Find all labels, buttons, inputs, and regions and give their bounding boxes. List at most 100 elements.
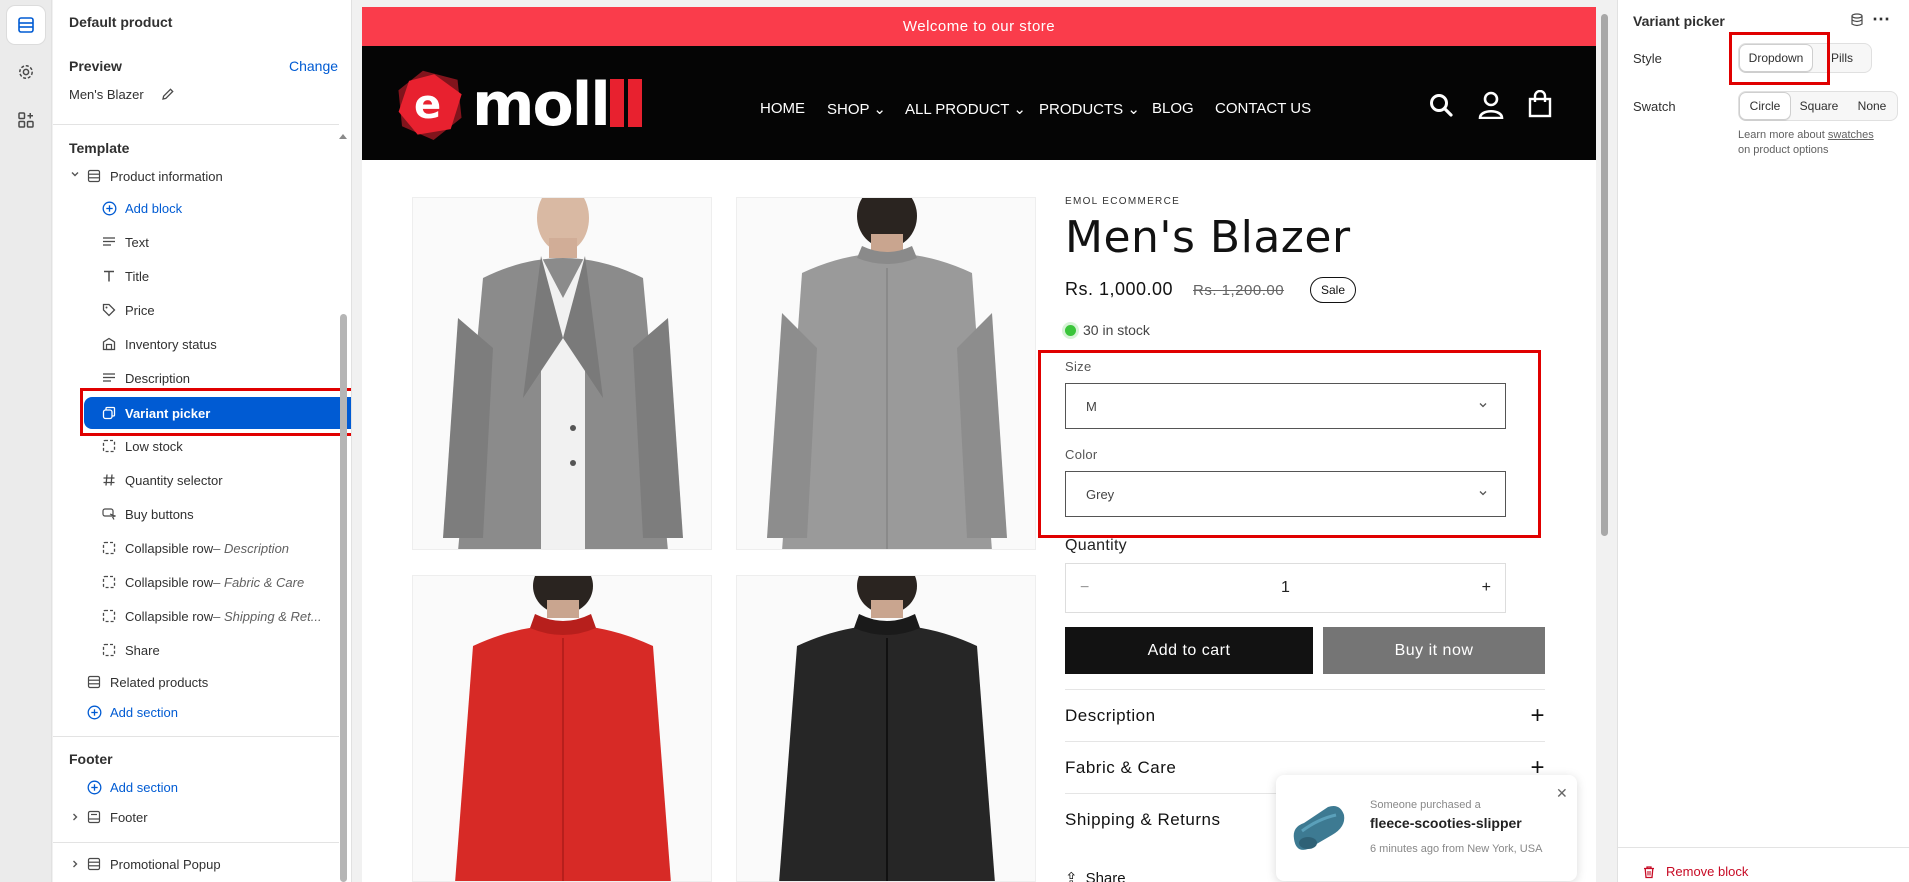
chevron-right-icon[interactable] bbox=[69, 858, 81, 873]
remove-block-label: Remove block bbox=[1666, 864, 1749, 879]
database-icon[interactable] bbox=[1850, 13, 1864, 30]
section-label: Promotional Popup bbox=[110, 856, 221, 872]
swatch-option-square[interactable]: Square bbox=[1791, 92, 1847, 120]
block-low-stock[interactable]: Low stock bbox=[101, 430, 351, 462]
nav-contact-us[interactable]: CONTACT US bbox=[1215, 100, 1311, 117]
left-scrollbar-thumb[interactable] bbox=[340, 314, 347, 882]
nav-home[interactable]: HOME bbox=[760, 100, 805, 117]
style-option-dropdown[interactable]: Dropdown bbox=[1739, 44, 1813, 72]
store-header: e moll HOME SHOP ⌄ ALL PRODUCT ⌄ PRODUCT… bbox=[362, 46, 1596, 160]
dashed-square-icon bbox=[101, 608, 117, 624]
hash-icon bbox=[101, 472, 117, 488]
remove-block-button[interactable]: Remove block bbox=[1642, 864, 1748, 879]
gear-icon[interactable] bbox=[7, 53, 45, 91]
block-collapsible-row-shipping[interactable]: Collapsible row – Shipping & Ret... bbox=[101, 600, 351, 632]
dashed-square-icon bbox=[101, 642, 117, 658]
block-variant-picker[interactable]: Variant picker bbox=[84, 397, 351, 429]
block-buy-buttons[interactable]: Buy buttons bbox=[101, 498, 351, 530]
chevron-right-icon[interactable] bbox=[69, 811, 81, 826]
product-image-back-grey[interactable] bbox=[736, 197, 1036, 550]
chevron-down-icon bbox=[1479, 403, 1487, 408]
template-heading: Template bbox=[69, 140, 130, 156]
section-related-products[interactable]: Related products bbox=[86, 666, 351, 698]
add-block-button[interactable]: Add block bbox=[101, 192, 351, 224]
product-title: Men's Blazer bbox=[1065, 212, 1351, 263]
apps-icon[interactable] bbox=[7, 101, 45, 139]
scroll-up-icon[interactable] bbox=[338, 128, 348, 143]
accordion-description[interactable]: Description + bbox=[1065, 689, 1545, 741]
block-inventory-status[interactable]: Inventory status bbox=[101, 328, 351, 360]
block-quantity-selector[interactable]: Quantity selector bbox=[101, 464, 351, 496]
nav-products[interactable]: PRODUCTS ⌄ bbox=[1039, 100, 1140, 118]
product-image-back-red[interactable] bbox=[412, 575, 712, 882]
trash-icon bbox=[1644, 865, 1654, 878]
nav-shop[interactable]: SHOP ⌄ bbox=[827, 100, 886, 118]
preview-scrollbar[interactable] bbox=[1599, 0, 1609, 882]
search-icon[interactable] bbox=[1428, 92, 1454, 121]
more-options-icon[interactable]: ⋯ bbox=[1872, 9, 1891, 30]
swatches-link[interactable]: swatches bbox=[1828, 129, 1874, 141]
pencil-icon[interactable] bbox=[161, 87, 175, 104]
plus-circle-icon bbox=[86, 704, 102, 720]
price-tag-icon bbox=[101, 302, 117, 318]
accordion-label: Description bbox=[1065, 705, 1156, 725]
nav-blog[interactable]: BLOG bbox=[1152, 100, 1194, 117]
swatch-segmented-control[interactable]: Circle Square None bbox=[1738, 91, 1898, 121]
share-button[interactable]: ⇪ Share bbox=[1065, 869, 1126, 882]
section-icon bbox=[86, 856, 102, 872]
nav-label: PRODUCTS bbox=[1039, 101, 1124, 118]
block-text[interactable]: Text bbox=[101, 226, 351, 258]
block-label: Collapsible row bbox=[125, 608, 214, 624]
quantity-minus-button[interactable]: − bbox=[1080, 579, 1089, 597]
add-to-cart-button[interactable]: Add to cart bbox=[1065, 627, 1313, 674]
style-segmented-control[interactable]: Dropdown Pills bbox=[1738, 43, 1872, 73]
section-footer[interactable]: Footer bbox=[86, 801, 351, 833]
block-title[interactable]: Title bbox=[101, 260, 351, 292]
block-label: Inventory status bbox=[125, 336, 217, 352]
account-icon[interactable] bbox=[1478, 91, 1504, 122]
icon-rail bbox=[0, 0, 52, 882]
sections-icon[interactable] bbox=[7, 6, 45, 44]
section-promotional-popup[interactable]: Promotional Popup bbox=[86, 848, 351, 880]
size-select[interactable]: M bbox=[1065, 383, 1506, 429]
add-section-button[interactable]: Add section bbox=[86, 696, 351, 728]
plus-circle-icon bbox=[101, 200, 117, 216]
block-collapsible-row-description[interactable]: Collapsible row – Description bbox=[101, 532, 351, 564]
buy-it-now-button[interactable]: Buy it now bbox=[1323, 627, 1545, 674]
block-description[interactable]: Description bbox=[101, 362, 351, 394]
color-select[interactable]: Grey bbox=[1065, 471, 1506, 517]
stock-status: 30 in stock bbox=[1065, 322, 1150, 338]
swatch-option-none[interactable]: None bbox=[1847, 92, 1897, 120]
add-block-label: Add block bbox=[125, 200, 183, 216]
divider bbox=[1618, 847, 1909, 848]
text-lines-icon bbox=[101, 234, 117, 250]
swatch-option-circle[interactable]: Circle bbox=[1739, 92, 1791, 120]
block-suffix: – Fabric & Care bbox=[213, 574, 305, 590]
chevron-down-icon[interactable] bbox=[69, 168, 81, 183]
nav-all-product[interactable]: ALL PRODUCT ⌄ bbox=[905, 100, 1026, 118]
section-product-information[interactable]: Product information bbox=[86, 160, 351, 192]
block-share[interactable]: Share bbox=[101, 634, 351, 666]
product-price: Rs. 1,000.00 bbox=[1065, 279, 1174, 299]
store-logo[interactable]: e bbox=[390, 64, 470, 144]
block-price[interactable]: Price bbox=[101, 294, 351, 326]
quantity-plus-button[interactable]: + bbox=[1482, 579, 1491, 597]
style-option-pills[interactable]: Pills bbox=[1813, 44, 1871, 72]
quantity-value[interactable]: 1 bbox=[1281, 579, 1290, 597]
product-image-front-grey[interactable] bbox=[412, 197, 712, 550]
change-link[interactable]: Change bbox=[289, 58, 338, 74]
plus-circle-icon bbox=[86, 779, 102, 795]
quantity-stepper[interactable]: − 1 + bbox=[1065, 563, 1506, 613]
accordion-label: Shipping & Returns bbox=[1065, 809, 1221, 829]
close-icon[interactable]: ✕ bbox=[1556, 785, 1568, 802]
title-t-icon bbox=[101, 268, 117, 284]
block-collapsible-row-fabric[interactable]: Collapsible row – Fabric & Care bbox=[101, 566, 351, 598]
purchase-notification[interactable]: Someone purchased a fleece-scooties-slip… bbox=[1276, 775, 1577, 881]
product-image-back-black[interactable] bbox=[736, 575, 1036, 882]
footer-add-section-button[interactable]: Add section bbox=[86, 771, 351, 803]
block-label: Collapsible row bbox=[125, 574, 214, 590]
preview-scrollbar-thumb[interactable] bbox=[1601, 14, 1608, 536]
sale-badge: Sale bbox=[1310, 277, 1357, 303]
cart-icon[interactable] bbox=[1528, 89, 1552, 121]
quantity-label: Quantity bbox=[1065, 537, 1127, 554]
